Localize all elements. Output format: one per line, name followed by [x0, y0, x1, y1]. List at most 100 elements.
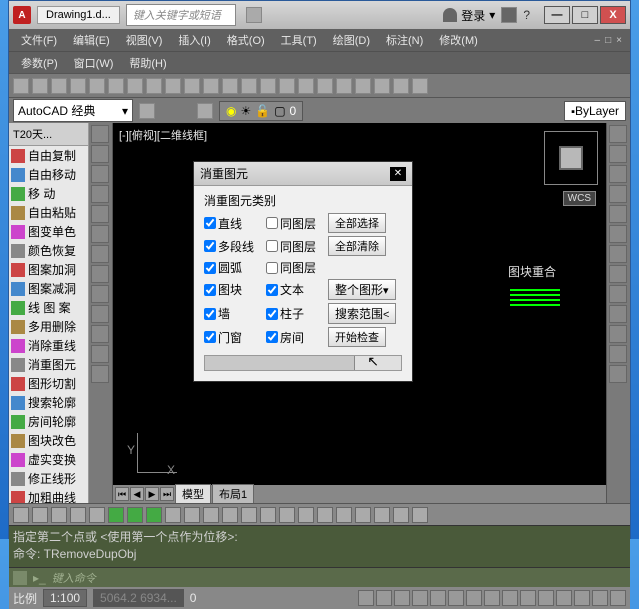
tool5-icon[interactable]: [355, 78, 371, 94]
snap19-icon[interactable]: [355, 507, 371, 523]
preview-icon[interactable]: [89, 78, 105, 94]
sb-ducs-icon[interactable]: [484, 590, 500, 606]
menu-file[interactable]: 文件(F): [15, 30, 63, 50]
snap17-icon[interactable]: [317, 507, 333, 523]
wcs-label[interactable]: WCS: [563, 191, 596, 206]
snap20-icon[interactable]: [374, 507, 390, 523]
tool4-icon[interactable]: [336, 78, 352, 94]
palette-item[interactable]: 房间轮廓: [9, 412, 88, 431]
tool7-icon[interactable]: [393, 78, 409, 94]
scale-value[interactable]: 1:100: [43, 589, 87, 607]
menu-modify[interactable]: 修改(M): [433, 30, 484, 50]
sb-tpy-icon[interactable]: [538, 590, 554, 606]
btn-clear-all[interactable]: 全部清除: [328, 236, 386, 256]
arc-icon[interactable]: [91, 185, 109, 203]
tab-layout1[interactable]: 布局1: [212, 484, 254, 503]
snap10-icon[interactable]: [184, 507, 200, 523]
trim-icon[interactable]: [609, 225, 627, 243]
drawing-canvas[interactable]: [-][俯视][二维线框] WCS 图块重合 Y X ⏮ ◀ ▶ ⏭ 模型 布局…: [113, 123, 606, 503]
btn-whole-drawing[interactable]: 整个图形▾: [328, 279, 396, 300]
menu-draw[interactable]: 绘图(D): [327, 30, 376, 50]
bylayer-color[interactable]: ▪ByLayer: [564, 101, 626, 121]
gear-icon[interactable]: [139, 103, 155, 119]
dialog-titlebar[interactable]: 消重图元 ✕: [194, 162, 412, 186]
exchange-icon[interactable]: [501, 7, 517, 23]
sb-otrack-icon[interactable]: [466, 590, 482, 606]
snap16-icon[interactable]: [298, 507, 314, 523]
coords-field[interactable]: 5064.2 6934...: [93, 589, 184, 607]
chk-wall[interactable]: 墙: [204, 305, 262, 322]
copy2-icon[interactable]: [609, 145, 627, 163]
stretch-icon[interactable]: [609, 365, 627, 383]
palette-item[interactable]: 搜索轮廓: [9, 393, 88, 412]
command-input[interactable]: 键入命令: [52, 570, 96, 586]
chk-room[interactable]: 房间: [266, 329, 324, 346]
menu-format[interactable]: 格式(O): [221, 30, 271, 50]
app-logo[interactable]: A: [13, 6, 31, 24]
sb-osnap-icon[interactable]: [430, 590, 446, 606]
move-icon[interactable]: [609, 125, 627, 143]
fillet-icon[interactable]: [609, 265, 627, 283]
chk-polyline[interactable]: 多段线: [204, 238, 262, 255]
chk-same-layer-2[interactable]: 同图层: [266, 238, 324, 255]
snap4-icon[interactable]: [70, 507, 86, 523]
menu-parametric[interactable]: 参数(P): [15, 53, 64, 73]
region-icon[interactable]: [91, 305, 109, 323]
tab-prev-icon[interactable]: ◀: [130, 487, 144, 501]
palette-item[interactable]: 加粗曲线: [9, 488, 88, 503]
snap13-icon[interactable]: [241, 507, 257, 523]
explode-icon[interactable]: [609, 345, 627, 363]
palette-item[interactable]: 虚实变换: [9, 450, 88, 469]
sb-sc-icon[interactable]: [574, 590, 590, 606]
palette-item[interactable]: 多用删除: [9, 317, 88, 336]
menu-help[interactable]: 帮助(H): [123, 53, 172, 73]
snap22-icon[interactable]: [412, 507, 428, 523]
doc-close-icon[interactable]: ×: [614, 35, 624, 46]
snap21-icon[interactable]: [393, 507, 409, 523]
sb-lwt-icon[interactable]: [520, 590, 536, 606]
dialog-close-icon[interactable]: ✕: [390, 167, 406, 181]
menu-dimension[interactable]: 标注(N): [380, 30, 429, 50]
palette-item[interactable]: 图案加洞: [9, 260, 88, 279]
copy-icon[interactable]: [146, 78, 162, 94]
palette-item[interactable]: 自由粘贴: [9, 203, 88, 222]
offset-icon[interactable]: [609, 305, 627, 323]
palette-item[interactable]: 图变单色: [9, 222, 88, 241]
palette-item[interactable]: 消重图元: [9, 355, 88, 374]
palette-item[interactable]: 消除重线: [9, 336, 88, 355]
snap18-icon[interactable]: [336, 507, 352, 523]
scale-icon[interactable]: [609, 205, 627, 223]
chk-text[interactable]: 文本: [266, 281, 324, 298]
menu-view[interactable]: 视图(V): [120, 30, 169, 50]
snap14-icon[interactable]: [260, 507, 276, 523]
pan-icon[interactable]: [241, 78, 257, 94]
rotate-icon[interactable]: [609, 165, 627, 183]
spline-icon[interactable]: [91, 265, 109, 283]
text-icon[interactable]: [91, 345, 109, 363]
viewcube[interactable]: [544, 131, 598, 185]
minimize-button[interactable]: —: [544, 6, 570, 24]
sb-polar-icon[interactable]: [412, 590, 428, 606]
btn-select-all[interactable]: 全部选择: [328, 213, 386, 233]
palette-item[interactable]: 移 动: [9, 184, 88, 203]
line-icon[interactable]: [91, 125, 109, 143]
palette-title[interactable]: T20天...: [9, 123, 88, 146]
snap11-icon[interactable]: [203, 507, 219, 523]
extend-icon[interactable]: [609, 245, 627, 263]
menu-tools[interactable]: 工具(T): [275, 30, 323, 50]
menu-insert[interactable]: 插入(I): [172, 30, 216, 50]
sb-grid-icon[interactable]: [358, 590, 374, 606]
doc-restore-icon[interactable]: □: [603, 35, 613, 46]
chk-column[interactable]: 柱子: [266, 305, 324, 322]
snap3-icon[interactable]: [51, 507, 67, 523]
tool3-icon[interactable]: [317, 78, 333, 94]
workspace-select[interactable]: AutoCAD 经典 ▾: [13, 99, 133, 122]
palette-item[interactable]: 颜色恢复: [9, 241, 88, 260]
erase-icon[interactable]: [609, 325, 627, 343]
menu-edit[interactable]: 编辑(E): [67, 30, 116, 50]
chk-doorwin[interactable]: 门窗: [204, 329, 262, 346]
palette-item[interactable]: 修正线形: [9, 469, 88, 488]
chk-same-layer-1[interactable]: 同图层: [266, 215, 324, 232]
snap12-icon[interactable]: [222, 507, 238, 523]
point-icon[interactable]: [91, 285, 109, 303]
